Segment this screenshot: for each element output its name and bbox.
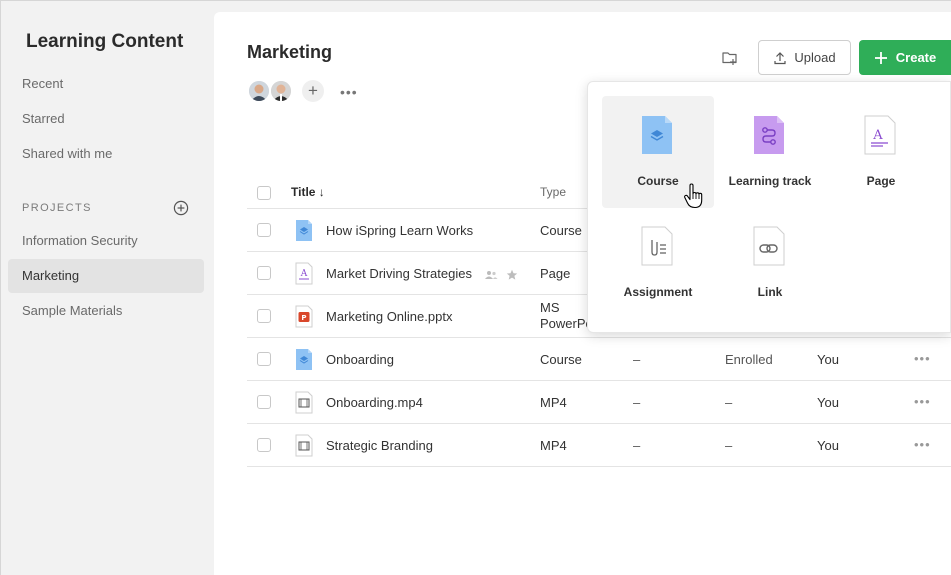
create-menu-label: Page [866,174,896,188]
create-menu-page[interactable]: A Page [825,96,937,208]
row-owner: You [817,352,839,367]
row-checkbox[interactable] [257,438,271,452]
row-checkbox[interactable] [257,352,271,366]
row-checkbox[interactable] [257,309,271,323]
projects-section-label: PROJECTS [22,202,92,214]
new-folder-icon[interactable] [721,49,739,67]
project-more-button[interactable]: ••• [340,84,358,100]
sidebar: Learning Content Recent Starred Shared w… [1,1,213,575]
course-icon [296,220,312,241]
create-label: Create [895,50,937,65]
page-icon: A [295,262,313,285]
star-icon[interactable] [506,269,518,281]
svg-text:A: A [300,269,308,279]
powerpoint-icon: P [295,305,313,328]
create-menu-link[interactable]: Link [714,207,826,319]
create-menu-learning-track[interactable]: Learning track [714,96,826,208]
hand-cursor-icon [684,183,703,209]
course-icon [642,116,672,154]
column-type[interactable]: Type [540,185,566,199]
row-cell: – [633,352,641,367]
row-more-button[interactable]: ••• [914,351,931,366]
select-all-checkbox[interactable] [257,186,271,200]
upload-label: Upload [794,50,836,65]
row-more-button[interactable]: ••• [914,437,931,452]
row-status: – [725,438,733,453]
row-cell: – [633,438,641,453]
add-member-button[interactable]: + [302,80,324,102]
sidebar-item-shared[interactable]: Shared with me [8,137,204,171]
table-row[interactable]: Onboarding.mp4 MP4 – – You ••• [247,381,951,424]
row-type: Course [540,223,582,238]
row-type: MP4 [540,438,567,453]
video-icon [295,434,313,457]
shared-users-icon [484,270,498,279]
create-menu-label: Link [757,285,783,299]
sidebar-item-starred[interactable]: Starred [8,102,204,136]
row-status: – [725,395,733,410]
row-title[interactable]: Marketing Online.pptx [326,309,452,324]
link-icon [753,226,785,266]
row-owner: You [817,395,839,410]
row-owner: You [817,438,839,453]
upload-icon [774,51,786,64]
row-title[interactable]: Market Driving Strategies [326,266,518,281]
create-button[interactable]: Create [859,40,951,75]
video-icon [295,391,313,414]
row-checkbox[interactable] [257,395,271,409]
page-icon: A [864,115,896,155]
add-project-icon[interactable] [173,200,189,216]
create-menu-label: Assignment [623,285,693,299]
avatar[interactable] [269,79,293,103]
row-title[interactable]: Onboarding [326,352,394,367]
learning-track-icon [754,116,784,154]
sidebar-item-marketing[interactable]: Marketing [8,259,204,293]
row-type: MP4 [540,395,567,410]
svg-text:A: A [872,128,883,143]
row-title[interactable]: Strategic Branding [326,438,433,453]
table-row[interactable]: Onboarding Course – Enrolled You ••• [247,338,951,381]
sidebar-item-sample-materials[interactable]: Sample Materials [8,294,204,328]
avatar[interactable] [247,79,271,103]
sidebar-item-recent[interactable]: Recent [8,67,204,101]
plus-icon [874,51,887,64]
sidebar-title: Learning Content [26,31,184,52]
create-menu-label: Learning track [728,174,812,188]
row-type: Page [540,266,571,281]
row-status: Enrolled [725,352,773,367]
assignment-icon [641,226,673,266]
column-title[interactable]: Title ↓ [291,185,325,199]
page-title: Marketing [247,42,333,62]
row-cell: – [633,395,641,410]
course-icon [296,349,312,370]
row-checkbox[interactable] [257,223,271,237]
row-title-text: Market Driving Strategies [326,266,472,281]
table-row[interactable]: Strategic Branding MP4 – – You ••• [247,424,951,467]
sidebar-item-information-security[interactable]: Information Security [8,224,204,258]
upload-button[interactable]: Upload [758,40,851,75]
svg-text:P: P [301,314,306,322]
create-menu: Course Learning track A Page Assignment [587,81,951,333]
row-checkbox[interactable] [257,266,271,280]
row-title[interactable]: Onboarding.mp4 [326,395,423,410]
row-type: Course [540,352,582,367]
row-title[interactable]: How iSpring Learn Works [326,223,473,238]
create-menu-assignment[interactable]: Assignment [602,207,714,319]
row-more-button[interactable]: ••• [914,394,931,409]
